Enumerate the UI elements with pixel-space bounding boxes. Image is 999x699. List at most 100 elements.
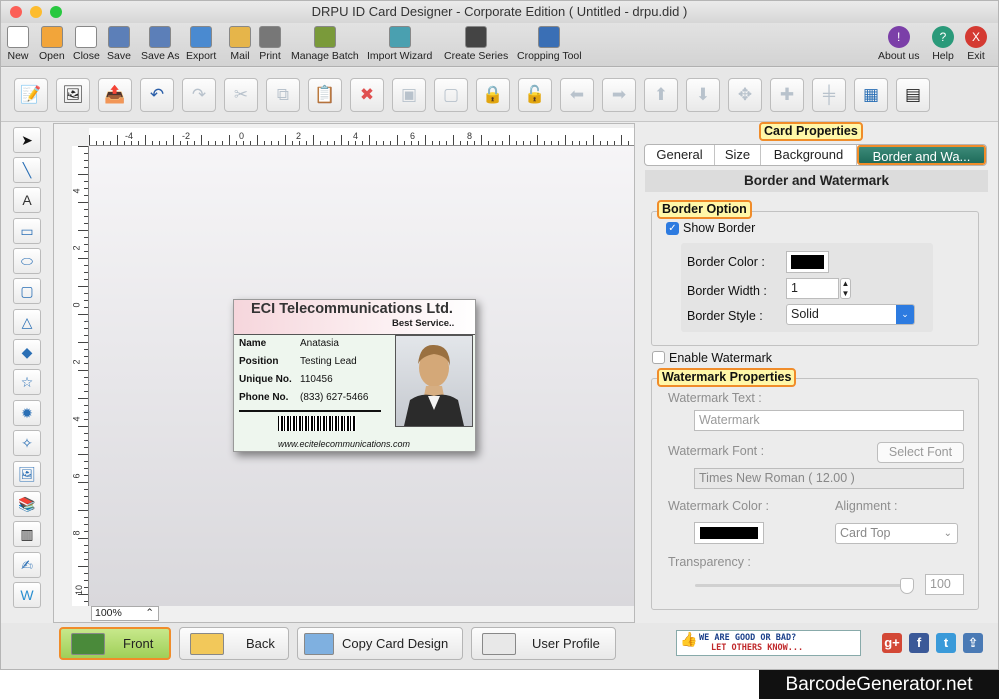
align-horizontal-icon[interactable]: ✚ xyxy=(770,78,804,112)
select-font-button[interactable]: Select Font xyxy=(877,442,964,463)
export-image-icon[interactable]: 📤 xyxy=(98,78,132,112)
toolbar-create-series-button[interactable]: Create Series xyxy=(444,23,508,67)
properties-icon[interactable]: 📝 xyxy=(14,78,48,112)
copy-label: Copy Card Design xyxy=(342,636,449,651)
close-window-icon[interactable] xyxy=(10,6,22,18)
google-plus-icon[interactable]: g+ xyxy=(882,633,902,653)
watermark-text-input[interactable]: Watermark xyxy=(694,410,964,431)
barcode-tool-icon[interactable]: ▥ xyxy=(13,521,41,547)
twitter-icon[interactable]: t xyxy=(936,633,956,653)
unlock-icon[interactable]: 🔓 xyxy=(518,78,552,112)
library-tool-icon[interactable]: 📚 xyxy=(13,491,41,517)
redo-icon[interactable]: ↷ xyxy=(182,78,216,112)
toolbar-about-us-button[interactable]: ! About us xyxy=(878,23,919,67)
tab-border-and-watermark[interactable]: Border and Wa... xyxy=(857,145,986,165)
zoom-select[interactable]: 100% ⌃ xyxy=(91,606,159,621)
move-up-icon[interactable]: ⬆ xyxy=(644,78,678,112)
toolbar-manage-batch-button[interactable]: Manage Batch xyxy=(291,23,359,67)
minimize-window-icon[interactable] xyxy=(30,6,42,18)
star-tool-icon[interactable]: ☆ xyxy=(13,369,41,395)
send-backward-icon[interactable]: ▢ xyxy=(434,78,468,112)
facebook-icon[interactable]: f xyxy=(909,633,929,653)
toolbar-import-wizard-button[interactable]: Import Wizard xyxy=(367,23,432,67)
tab-background[interactable]: Background xyxy=(761,145,857,165)
show-border-checkbox[interactable]: ✓ xyxy=(666,222,679,235)
signature-tool-icon[interactable]: ✍ xyxy=(13,552,41,578)
toolbar-save-button[interactable]: Save xyxy=(107,23,131,67)
transparency-slider[interactable] xyxy=(695,584,908,587)
ruler-icon[interactable]: ▤ xyxy=(896,78,930,112)
tab-size[interactable]: Size xyxy=(715,145,761,165)
transparency-label: Transparency : xyxy=(668,555,751,569)
delete-icon[interactable]: ✖ xyxy=(350,78,384,112)
enable-watermark-checkbox[interactable] xyxy=(652,351,665,364)
feedback-banner[interactable]: 👍 WE ARE GOOD OR BAD? LET OTHERS KNOW... xyxy=(676,630,861,656)
transparency-slider-thumb[interactable] xyxy=(900,578,914,594)
toolbar-export-button[interactable]: Export xyxy=(186,23,216,67)
toolbar-print-button[interactable]: Print xyxy=(259,23,281,67)
diamond-tool-icon[interactable]: ◆ xyxy=(13,339,41,365)
sparkle-tool-icon[interactable]: ✧ xyxy=(13,430,41,456)
share-icon[interactable]: ⇪ xyxy=(963,633,983,653)
move-down-icon[interactable]: ⬇ xyxy=(686,78,720,112)
picture-tool-icon[interactable]: 🖼 xyxy=(13,461,41,487)
border-color-well[interactable] xyxy=(786,251,829,273)
align-vertical-icon[interactable]: ╪ xyxy=(812,78,846,112)
ruler-tick xyxy=(84,223,88,224)
user-profile-button[interactable]: User Profile xyxy=(471,627,616,660)
border-width-input[interactable]: 1 xyxy=(786,278,839,299)
image-icon[interactable]: 🖼 xyxy=(56,78,90,112)
card-rule xyxy=(239,410,381,412)
back-button[interactable]: Back xyxy=(179,627,289,660)
front-button[interactable]: Front xyxy=(59,627,171,660)
ruler-tick xyxy=(84,181,88,182)
copy-icon[interactable]: ⧉ xyxy=(266,78,300,112)
tab-general[interactable]: General xyxy=(645,145,715,165)
text-tool-icon[interactable]: A xyxy=(13,187,41,213)
toolbar-exit-button[interactable]: X Exit xyxy=(965,23,987,67)
ruler-tick xyxy=(257,135,258,145)
border-style-select[interactable]: Solid ⌄ xyxy=(786,304,915,325)
ruler-tick xyxy=(124,141,125,145)
toolbar-new-button[interactable]: New xyxy=(7,23,29,67)
id-card[interactable]: ECI Telecommunications Ltd. Best Service… xyxy=(233,299,476,452)
paste-icon[interactable]: 📋 xyxy=(308,78,342,112)
toolbar-label: Export xyxy=(186,50,217,62)
show-border-label: Show Border xyxy=(683,221,756,235)
alignment-select[interactable]: Card Top ⌄ xyxy=(835,523,958,544)
border-width-stepper[interactable]: ▲ ▼ xyxy=(840,278,851,299)
burst-tool-icon[interactable]: ✹ xyxy=(13,400,41,426)
center-icon[interactable]: ✥ xyxy=(728,78,762,112)
toolbar-save-as-button[interactable]: Save As xyxy=(141,23,180,67)
ruler-tick xyxy=(84,307,88,308)
toolbar-cropping-tool-button[interactable]: Cropping Tool xyxy=(517,23,582,67)
move-right-icon[interactable]: ➡ xyxy=(602,78,636,112)
line-tool-icon[interactable]: ╲ xyxy=(13,157,41,183)
ruler-tick xyxy=(84,195,88,196)
ruler-label: 10 xyxy=(74,584,85,596)
transparency-input[interactable]: 100 xyxy=(925,574,964,595)
toolbar-close-button[interactable]: Close xyxy=(73,23,100,67)
toolbar-label: Cropping Tool xyxy=(517,50,582,62)
grid-icon[interactable]: ▦ xyxy=(854,78,888,112)
watermark-color-well[interactable] xyxy=(694,522,764,544)
undo-icon[interactable]: ↶ xyxy=(140,78,174,112)
move-left-icon[interactable]: ⬅ xyxy=(560,78,594,112)
toolbar-open-button[interactable]: Open xyxy=(39,23,65,67)
ruler-tick xyxy=(78,566,88,567)
cut-icon[interactable]: ✂ xyxy=(224,78,258,112)
rectangle-tool-icon[interactable]: ▭ xyxy=(13,218,41,244)
rounded-rectangle-tool-icon[interactable]: ▢ xyxy=(13,278,41,304)
triangle-tool-icon[interactable]: △ xyxy=(13,309,41,335)
bring-forward-icon[interactable]: ▣ xyxy=(392,78,426,112)
zoom-window-icon[interactable] xyxy=(50,6,62,18)
toolbar-mail-button[interactable]: Mail xyxy=(229,23,251,67)
watermark-tool-icon[interactable]: W xyxy=(13,582,41,608)
ellipse-tool-icon[interactable]: ⬭ xyxy=(13,248,41,274)
lock-icon[interactable]: 🔒 xyxy=(476,78,510,112)
ruler-tick xyxy=(201,135,202,145)
copy-card-design-button[interactable]: Copy Card Design xyxy=(297,627,463,660)
pointer-icon[interactable]: ➤ xyxy=(13,127,41,153)
toolbar-help-button[interactable]: ? Help xyxy=(932,23,954,67)
ruler-label: 6 xyxy=(410,131,416,141)
